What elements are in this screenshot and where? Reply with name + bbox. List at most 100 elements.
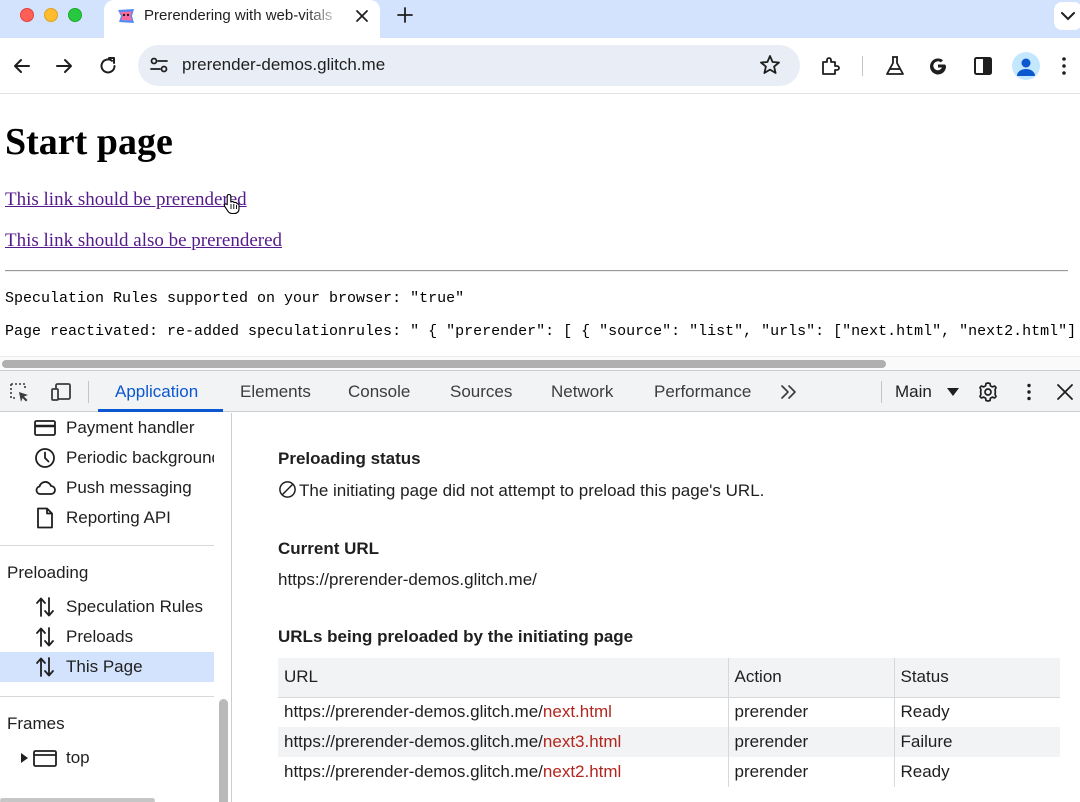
- tab-sources[interactable]: Sources: [450, 371, 512, 412]
- preloaded-urls-heading: URLs being preloaded by the initiating p…: [278, 627, 634, 646]
- inspect-element-icon[interactable]: [8, 381, 30, 403]
- devtools-kebab-icon[interactable]: [1018, 381, 1040, 403]
- url-path: next3.html: [542, 732, 622, 751]
- hand-pointer-cursor-icon: [223, 193, 240, 215]
- url-text[interactable]: prerender-demos.glitch.me: [182, 55, 385, 75]
- profile-avatar[interactable]: [1012, 52, 1040, 80]
- scrollbar-thumb[interactable]: [2, 360, 886, 368]
- updown-arrows-icon: [36, 657, 54, 677]
- prerender-link-1[interactable]: This link should be prerendered: [5, 188, 247, 212]
- close-devtools-icon[interactable]: [1054, 381, 1076, 403]
- page-viewport: Start page This link should be prerender…: [0, 94, 1080, 370]
- tab-console[interactable]: Console: [348, 371, 410, 412]
- column-header-action[interactable]: Action: [727, 658, 894, 698]
- execution-context-select[interactable]: Main: [895, 371, 932, 412]
- address-bar[interactable]: prerender-demos.glitch.me: [138, 45, 800, 86]
- expand-triangle-icon[interactable]: [18, 752, 30, 764]
- devtools-tab-bar: Application Elements Console Sources Net…: [0, 371, 1080, 412]
- page-horizontal-scrollbar[interactable]: [0, 356, 1080, 370]
- tab-performance[interactable]: Performance: [654, 371, 751, 412]
- extensions-puzzle-icon[interactable]: [819, 54, 843, 78]
- table-row[interactable]: https://prerender-demos.glitch.me/next2.…: [278, 757, 1060, 787]
- sidebar-item-label: Preloads: [66, 627, 134, 646]
- table-row[interactable]: https://prerender-demos.glitch.me/next3.…: [278, 727, 1060, 757]
- table-row[interactable]: https://prerender-demos.glitch.me/next.h…: [278, 697, 1060, 727]
- cloud-icon: [35, 481, 56, 495]
- frame-window-icon: [33, 750, 57, 767]
- sidebar-section-frames: Frames: [7, 714, 65, 733]
- sidebar-item-payment-handler[interactable]: Payment handler: [0, 413, 214, 443]
- sidebar-horizontal-scrollbar[interactable]: [0, 798, 155, 802]
- site-info-icon[interactable]: [148, 54, 170, 76]
- active-tab-indicator: [98, 409, 223, 412]
- devtools-separator: [88, 381, 89, 403]
- column-header-url[interactable]: URL: [278, 658, 728, 698]
- prerender-link-2[interactable]: This link should also be prerendered: [5, 229, 282, 253]
- chevron-down-icon: [1061, 12, 1075, 21]
- sidebar-item-speculation-rules[interactable]: Speculation Rules: [0, 592, 214, 622]
- sidebar-item-label: This Page: [66, 657, 143, 676]
- tab-network[interactable]: Network: [551, 371, 613, 412]
- url-path: next.html: [542, 702, 612, 722]
- window-minimize-button[interactable]: [44, 8, 58, 22]
- preloading-status-text: The initiating page did not attempt to p…: [299, 481, 765, 500]
- google-g-icon[interactable]: [926, 54, 950, 78]
- file-icon: [37, 507, 53, 529]
- back-arrow-icon[interactable]: [10, 54, 34, 78]
- card-icon: [34, 420, 56, 436]
- page-heading: Start page: [5, 121, 173, 163]
- updown-arrows-icon: [36, 597, 54, 617]
- column-header-status[interactable]: Status: [893, 658, 1060, 698]
- url-base: https://prerender-demos.glitch.me/: [284, 702, 543, 722]
- tab-search-button[interactable]: [1054, 2, 1080, 30]
- sidebar-item-reporting-api[interactable]: Reporting API: [0, 503, 214, 533]
- sidebar-item-label: Push messaging: [66, 478, 192, 497]
- new-tab-icon[interactable]: [394, 4, 416, 26]
- sidebar-item-preloads[interactable]: Preloads: [0, 622, 214, 652]
- more-tabs-chevron-icon[interactable]: [778, 381, 800, 403]
- sidebar-divider: [0, 696, 214, 697]
- tab-elements[interactable]: Elements: [240, 371, 311, 412]
- glitch-favicon-icon: [118, 9, 134, 23]
- dropdown-triangle-icon[interactable]: [942, 381, 964, 403]
- status-cell: Ready: [893, 697, 1060, 727]
- url-path: next2.html: [542, 762, 622, 781]
- support-log-line: Speculation Rules supported on your brow…: [5, 290, 465, 307]
- sidebar-item-frame-top[interactable]: top: [0, 743, 214, 773]
- devtools-panel: Application Elements Console Sources Net…: [0, 370, 1080, 802]
- sidebar-item-periodic-background-sync[interactable]: Periodic background sync: [0, 443, 214, 473]
- url-base: https://prerender-demos.glitch.me/: [284, 732, 543, 751]
- window-maximize-button[interactable]: [68, 8, 82, 22]
- tab-application[interactable]: Application: [115, 371, 198, 412]
- url-base: https://prerender-demos.glitch.me/: [284, 762, 543, 781]
- sidebar-divider: [0, 545, 214, 546]
- toolbar-separator: [862, 56, 863, 76]
- bookmark-star-icon[interactable]: [758, 53, 782, 77]
- settings-gear-icon[interactable]: [977, 381, 999, 403]
- status-cell: Failure: [893, 727, 1060, 757]
- window-close-button[interactable]: [20, 8, 34, 22]
- blocked-circle-icon: [279, 481, 296, 498]
- preloading-status-heading: Preloading status: [278, 449, 421, 468]
- sidebar-scrollbar-thumb[interactable]: [219, 699, 228, 802]
- side-panel-icon[interactable]: [971, 54, 995, 78]
- device-toolbar-icon[interactable]: [50, 381, 72, 403]
- sidebar-item-this-page[interactable]: This Page: [0, 652, 214, 682]
- browser-menu-kebab-icon[interactable]: [1052, 54, 1076, 78]
- forward-arrow-icon[interactable]: [52, 54, 76, 78]
- sidebar-item-push-messaging[interactable]: Push messaging: [0, 473, 214, 503]
- action-cell: prerender: [727, 727, 894, 757]
- labs-flask-icon[interactable]: [883, 54, 907, 78]
- sidebar-section-preloading: Preloading: [7, 563, 89, 582]
- reload-icon[interactable]: [96, 54, 120, 78]
- sidebar-item-label: top: [66, 748, 90, 767]
- url-cell: https://prerender-demos.glitch.me/next3.…: [278, 727, 728, 757]
- devtools-separator: [881, 381, 882, 403]
- preloaded-urls-table: URL Action Status https://prerender-demo…: [278, 658, 1060, 787]
- tab-close-icon[interactable]: [352, 6, 372, 26]
- this-page-preloading-view: Preloading status The initiating page di…: [233, 413, 1080, 802]
- current-url-value: https://prerender-demos.glitch.me/: [278, 570, 537, 589]
- reactivation-log-line: Page reactivated: re-added speculationru…: [5, 323, 1080, 340]
- tab-strip: Prerendering with web-vitals: [0, 0, 1080, 38]
- active-browser-tab[interactable]: Prerendering with web-vitals: [104, 0, 380, 38]
